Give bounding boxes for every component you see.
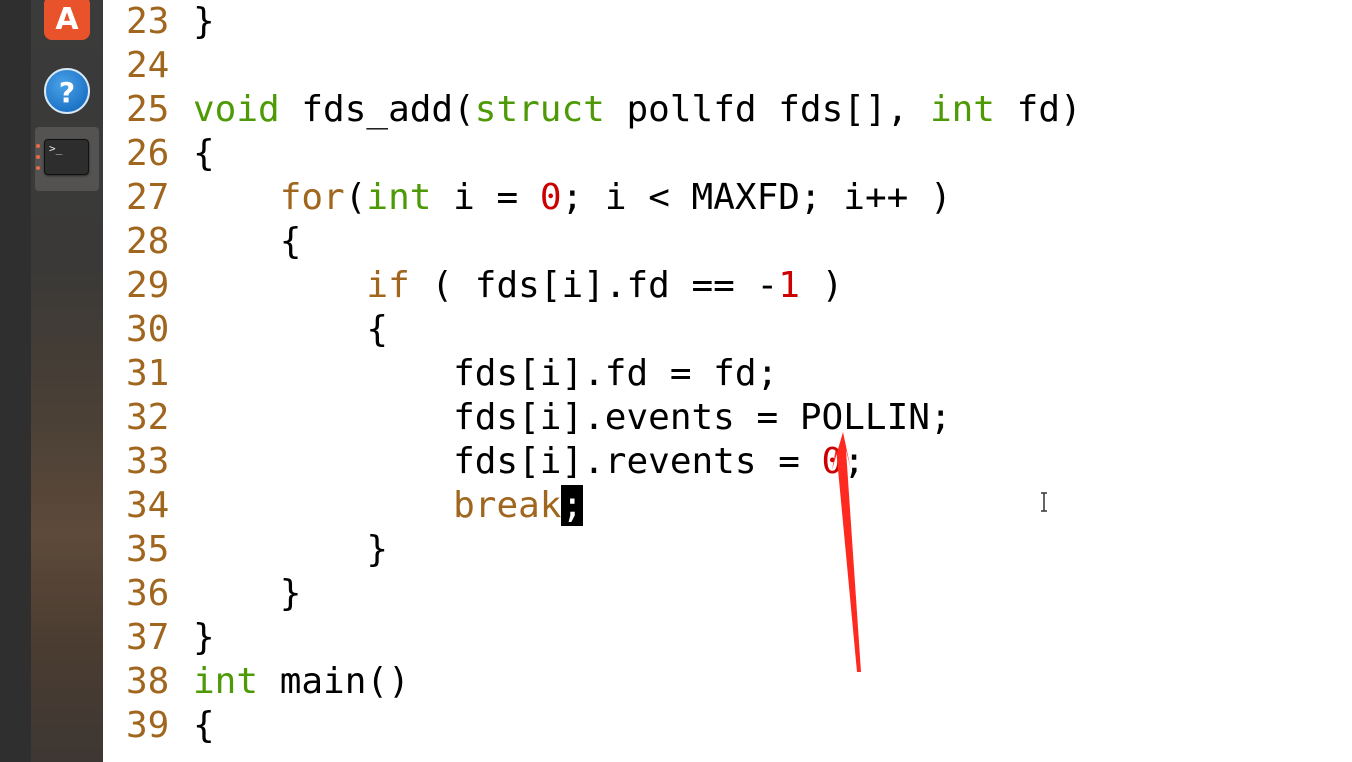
code-line[interactable]: 23} bbox=[103, 0, 215, 44]
line-number: 33 bbox=[126, 441, 170, 482]
code-line[interactable]: 28 { bbox=[103, 220, 301, 264]
line-number: 27 bbox=[126, 177, 170, 218]
terminal-icon: >_ bbox=[44, 139, 89, 175]
code-line[interactable]: 37} bbox=[103, 616, 215, 660]
line-number: 31 bbox=[126, 353, 170, 394]
code-line[interactable]: 32 fds[i].events = POLLIN; bbox=[103, 396, 952, 440]
code-line[interactable]: 26 { bbox=[103, 132, 215, 176]
code-token: i = bbox=[431, 177, 540, 218]
code-line[interactable]: 24 bbox=[103, 44, 193, 88]
code-line[interactable]: 39 { bbox=[103, 704, 215, 748]
code-token: fds[i].fd = fd; bbox=[193, 353, 779, 394]
code-token: main() bbox=[258, 661, 410, 702]
code-line[interactable]: 36 } bbox=[103, 572, 301, 616]
line-number: 30 bbox=[126, 309, 170, 350]
code-line[interactable]: 27 for(int i = 0; i < MAXFD; i++ ) bbox=[103, 176, 952, 220]
code-token: { bbox=[193, 221, 302, 262]
software-center-icon[interactable]: A bbox=[44, 0, 90, 40]
line-number: 23 bbox=[126, 1, 170, 42]
code-line[interactable]: 33 fds[i].revents = 0; bbox=[103, 440, 865, 484]
line-number: 26 bbox=[126, 133, 170, 174]
code-token: } bbox=[193, 617, 215, 658]
code-line[interactable]: 25 void fds_add(struct pollfd fds[], int … bbox=[103, 88, 1082, 132]
code-line[interactable]: 31 fds[i].fd = fd; bbox=[103, 352, 778, 396]
code-token: fds[i].revents = bbox=[193, 441, 822, 482]
code-token: int bbox=[366, 177, 432, 218]
text-cursor-icon bbox=[1041, 492, 1047, 512]
code-token: int bbox=[193, 661, 259, 702]
code-token: struct bbox=[474, 89, 605, 130]
code-token: if bbox=[366, 265, 410, 306]
code-token: fds[i].events = POLLIN; bbox=[193, 397, 952, 438]
launcher-dock: A ? >_ bbox=[0, 0, 103, 762]
line-number: 28 bbox=[126, 221, 170, 262]
line-number: 34 bbox=[126, 485, 170, 526]
code-token: int bbox=[929, 89, 995, 130]
line-number: 37 bbox=[126, 617, 170, 658]
line-number: 25 bbox=[126, 89, 170, 130]
code-token: } bbox=[193, 529, 389, 570]
code-token: ; i < MAXFD; i++ ) bbox=[561, 177, 952, 218]
code-token: fds_add( bbox=[279, 89, 475, 130]
code-editor[interactable]: 23} 24 25 void fds_add(struct pollfd fds[],… bbox=[103, 0, 1352, 762]
code-line[interactable]: 29 if ( fds[i].fd == -1 ) bbox=[103, 264, 843, 308]
code-token: { bbox=[193, 309, 389, 350]
code-token: } bbox=[193, 1, 215, 42]
code-token: pollfd fds[], bbox=[604, 89, 930, 130]
dock-edge bbox=[0, 0, 31, 762]
code-token: ; bbox=[843, 441, 865, 482]
text-cursor: ; bbox=[561, 485, 584, 526]
line-number: 38 bbox=[126, 661, 170, 702]
code-token: void bbox=[193, 89, 280, 130]
code-token: { bbox=[193, 705, 215, 746]
line-number: 29 bbox=[126, 265, 170, 306]
code-token: 0 bbox=[539, 177, 562, 218]
line-number: 35 bbox=[126, 529, 170, 570]
code-token: fd) bbox=[994, 89, 1082, 130]
code-token: 0 bbox=[821, 441, 844, 482]
code-token: { bbox=[193, 133, 215, 174]
code-line[interactable]: 38 int main() bbox=[103, 660, 410, 704]
code-token: 1 bbox=[778, 265, 800, 306]
code-token: break bbox=[453, 485, 562, 526]
dock-item-terminal[interactable]: >_ bbox=[35, 127, 99, 191]
code-token: } bbox=[193, 573, 302, 614]
code-token: ) bbox=[799, 265, 844, 306]
help-icon[interactable]: ? bbox=[44, 68, 90, 114]
code-token: ( bbox=[344, 177, 367, 218]
code-token: for bbox=[279, 177, 345, 218]
code-line[interactable]: 35 } bbox=[103, 528, 388, 572]
line-number: 36 bbox=[126, 573, 170, 614]
line-number: 39 bbox=[126, 705, 170, 746]
code-line[interactable]: 34 break; bbox=[103, 484, 584, 528]
line-number: 32 bbox=[126, 397, 170, 438]
code-line[interactable]: 30 { bbox=[103, 308, 388, 352]
code-token: ( fds[i].fd == - bbox=[409, 265, 779, 306]
line-number: 24 bbox=[126, 45, 170, 86]
